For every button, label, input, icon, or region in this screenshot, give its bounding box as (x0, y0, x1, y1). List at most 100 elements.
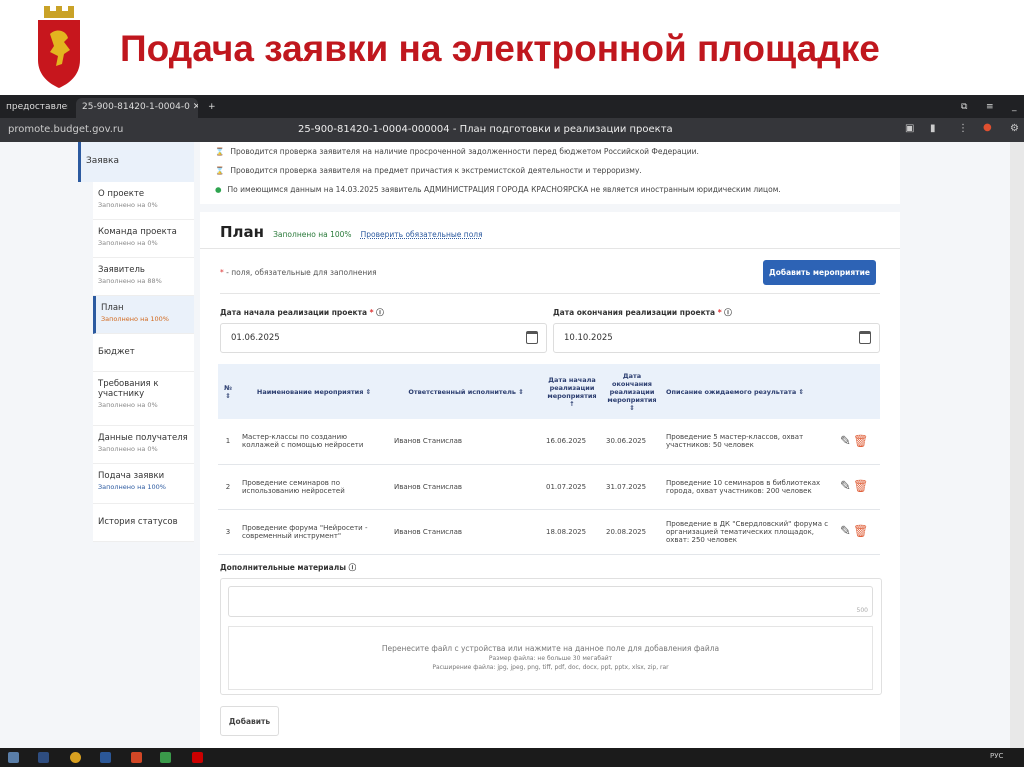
materials-textarea[interactable]: 500 (228, 586, 873, 617)
edit-icon[interactable]: ✎ (840, 524, 851, 539)
file-dropzone[interactable]: Перенесите файл с устройства или нажмите… (228, 626, 873, 690)
language-indicator[interactable]: РУС (990, 752, 1003, 760)
events-table: № ⇕ Наименование мероприятия ⇕ Ответстве… (218, 364, 880, 555)
hourglass-icon: ⌛ (215, 147, 225, 156)
powerpoint-icon[interactable] (131, 752, 142, 763)
table-cell: 16.06.2025 (542, 419, 602, 465)
sub: Заполнено на 88% (98, 277, 162, 285)
check-row: ● По имеющимся данным на 14.03.2025 заяви… (200, 180, 900, 199)
edit-icon[interactable]: ✎ (840, 479, 851, 494)
tabs-icon[interactable]: ⧉ (955, 98, 973, 118)
char-counter: 500 (856, 607, 868, 614)
word-icon[interactable] (100, 752, 111, 763)
check-required-link[interactable]: Проверить обязательные поля (361, 230, 483, 239)
sidebar-item-history[interactable]: История статусов (93, 504, 194, 542)
tab-active-label: 25-900-81420-1-0004-0 (82, 102, 190, 112)
drop-size-text: Размер файла: не больше 30 мегабайт (488, 655, 613, 662)
col-header-end[interactable]: Дата окончания реализации мероприятия ⇕ (602, 364, 662, 419)
materials-label: Дополнительные материалы ⓘ (220, 562, 356, 573)
sidebar-item-applicant[interactable]: Заявитель Заполнено на 88% (93, 258, 194, 296)
check-text: Проводится проверка заявителя на наличие… (230, 147, 699, 156)
minimize-icon[interactable]: _ (1006, 98, 1023, 118)
col-header-description[interactable]: Описание ожидаемого результата ⇕ (662, 364, 836, 419)
plan-title: План (220, 223, 265, 241)
col-header-name[interactable]: Наименование мероприятия ⇕ (238, 364, 390, 419)
sub: Заполнено на 0% (98, 401, 158, 409)
taskbar: РУС (0, 748, 1024, 767)
app-icon[interactable] (160, 752, 171, 763)
sidebar-item-team[interactable]: Команда проекта Заполнено на 0% (93, 220, 194, 258)
row-actions: ✎ 🗑 (836, 509, 880, 555)
check-text: Проводится проверка заявителя на предмет… (230, 166, 642, 175)
help-icon[interactable]: ⓘ (724, 308, 732, 317)
divider (200, 248, 900, 249)
divider (220, 293, 880, 294)
check-row: ⌛ Проводится проверка заявителя на предме… (200, 161, 900, 180)
start-icon[interactable] (8, 752, 19, 763)
trash-icon[interactable]: 🗑 (853, 524, 868, 538)
table-row: 3 Проведение форума "Нейросети - современ… (218, 509, 880, 555)
sidebar-item-recipient[interactable]: Данные получателя Заполнено на 0% (93, 426, 194, 464)
url-text[interactable]: promote.budget.gov.ru (8, 124, 123, 135)
profile-icon[interactable]: ● (983, 122, 992, 133)
close-icon[interactable]: ✕ (193, 102, 198, 112)
acrobat-icon[interactable] (192, 752, 203, 763)
menu-icon[interactable]: ≡ (980, 98, 1000, 118)
calendar-icon[interactable] (859, 331, 871, 344)
tab-previous[interactable]: предоставления (0, 98, 68, 118)
add-material-button[interactable]: Добавить (220, 706, 279, 736)
bookmark-icon[interactable]: ▮ (930, 123, 936, 134)
col-header-executor[interactable]: Ответственный исполнитель ⇕ (390, 364, 542, 419)
table-cell: 3 (218, 509, 238, 555)
plan-panel: План Заполнено на 100% Проверить обязате… (200, 212, 900, 748)
chrome-icon[interactable] (70, 752, 81, 763)
label: Требования к участнику (98, 379, 159, 399)
drop-ext-text: Расширение файла: jpg, jpeg, png, tiff, … (432, 664, 669, 671)
table-row: 1 Мастер-классы по созданию коллажей с по… (218, 419, 880, 465)
label: Данные получателя (98, 433, 188, 443)
start-date-value: 01.06.2025 (231, 333, 280, 343)
check-circle-icon: ● (215, 185, 222, 194)
page-title-text: 25-900-81420-1-0004-000004 - План подгот… (298, 124, 673, 135)
table-cell: Иванов Станислав (390, 419, 542, 465)
help-icon[interactable]: ⓘ (376, 308, 384, 317)
table-cell: 1 (218, 419, 238, 465)
label: История статусов (98, 517, 178, 527)
sidebar-item-submit[interactable]: Подача заявки Заполнено на 100% (93, 464, 194, 504)
table-cell: 2 (218, 464, 238, 510)
settings-icon[interactable]: ⚙ (1010, 123, 1019, 134)
add-event-button[interactable]: Добавить мероприятие (763, 260, 876, 285)
calendar-icon[interactable] (526, 331, 538, 344)
table-cell: 01.07.2025 (542, 464, 602, 510)
sidebar-item-requirements[interactable]: Требования к участнику Заполнено на 0% (93, 372, 194, 426)
sidebar-item-about[interactable]: О проекте Заполнено на 0% (93, 182, 194, 220)
check-row: ⌛ Проводится проверка заявителя на наличи… (200, 142, 900, 161)
sidebar-top-zayavka[interactable]: Заявка (78, 142, 194, 182)
new-tab-icon[interactable]: + (202, 98, 222, 118)
row-actions: ✎ 🗑 (836, 464, 880, 510)
sidebar-item-plan[interactable]: План Заполнено на 100% (93, 296, 194, 334)
label: Заявитель (98, 265, 145, 275)
scrollbar[interactable] (1010, 142, 1024, 748)
address-bar[interactable]: promote.budget.gov.ru 25-900-81420-1-000… (0, 118, 1024, 142)
label: Бюджет (98, 347, 135, 357)
drop-main-text: Перенесите файл с устройства или нажмите… (381, 644, 720, 653)
table-cell: 20.08.2025 (602, 509, 662, 555)
end-date-input[interactable]: 10.10.2025 (553, 323, 880, 353)
help-icon[interactable]: ⓘ (349, 563, 357, 572)
trash-icon[interactable]: 🗑 (853, 434, 868, 448)
trash-icon[interactable]: 🗑 (853, 479, 868, 493)
tab-active[interactable]: 25-900-81420-1-0004-0 ✕ (76, 98, 198, 118)
table-cell: Иванов Станислав (390, 464, 542, 510)
start-label-text: Дата начала реализации проекта (220, 308, 368, 317)
end-date-value: 10.10.2025 (564, 333, 613, 343)
sidebar-item-budget[interactable]: Бюджет (93, 334, 194, 372)
start-date-input[interactable]: 01.06.2025 (220, 323, 547, 353)
col-header-num[interactable]: № ⇕ (218, 364, 238, 419)
col-header-start[interactable]: Дата начала реализации мероприятия ↑ (542, 364, 602, 419)
table-cell: 31.07.2025 (602, 464, 662, 510)
edit-icon[interactable]: ✎ (840, 434, 851, 449)
extension-icon[interactable]: ▣ (905, 123, 914, 134)
more-icon[interactable]: ⋮ (958, 123, 968, 134)
app-icon[interactable] (38, 752, 49, 763)
